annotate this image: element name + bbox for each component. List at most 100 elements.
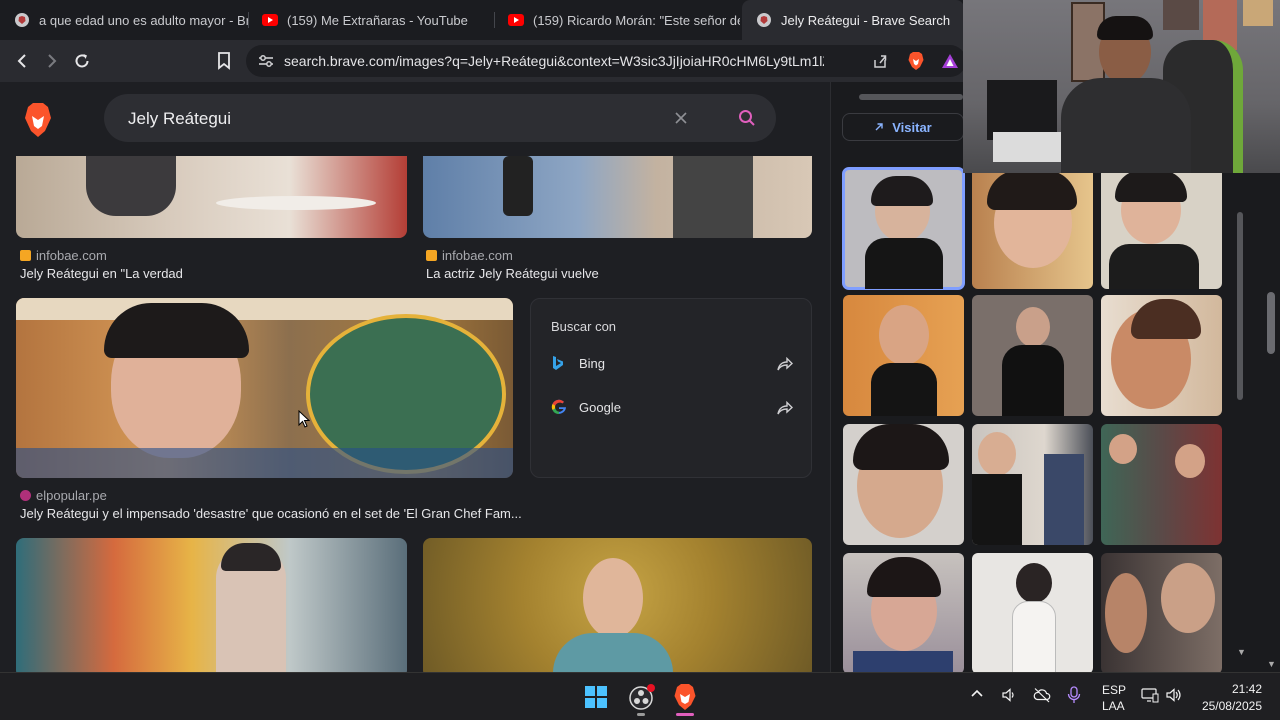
related-image-thumb[interactable] [843,295,964,416]
clothing-shape [1109,244,1199,289]
reload-button[interactable] [70,49,94,73]
related-image-thumb[interactable] [843,553,964,672]
address-bar[interactable]: search.brave.com/images?q=Jely+Reátegui&… [246,45,966,77]
clothing-shape [1012,601,1056,672]
hair-shape [1115,170,1187,202]
brave-logo-icon[interactable] [22,102,54,138]
page-scroll-down-icon[interactable]: ▼ [1267,659,1276,669]
network-icon[interactable] [1141,687,1159,706]
related-image-thumb[interactable] [843,424,964,545]
result-source[interactable]: infobae.com [426,248,513,263]
related-image-thumb[interactable] [972,553,1093,672]
elpopular-favicon-icon [20,490,31,501]
reload-icon [75,54,89,68]
engine-label: Google [579,399,621,415]
table-shape [216,196,376,210]
site-info-icon[interactable] [258,54,274,68]
webcam-overlay [963,0,1280,173]
related-image-thumb[interactable] [1101,295,1222,416]
search-icon[interactable] [738,109,756,127]
brave-shields-button[interactable] [904,49,928,73]
result-image-selected[interactable] [16,298,513,478]
panel-scrollbar[interactable] [1237,212,1243,400]
bing-icon [553,356,563,370]
bookmark-icon [218,52,230,70]
tab-adulto-mayor[interactable]: a que edad uno es adulto mayor - Br [0,0,248,40]
result-caption[interactable]: La actriz Jely Reátegui vuelve [426,266,599,281]
bookmark-button[interactable] [212,49,236,73]
clock-time: 21:42 [1231,682,1262,696]
speaker-icon[interactable] [1001,687,1017,706]
clothing-shape [553,633,673,672]
obs-app-icon[interactable] [628,683,656,716]
related-image-thumb[interactable] [1101,168,1222,289]
volume-icon[interactable] [1165,687,1183,706]
share-icon[interactable] [872,53,888,69]
result-caption[interactable]: Jely Reátegui y el impensado 'desastre' … [20,506,522,521]
cloud-offline-icon[interactable] [1033,687,1051,706]
brave-taskbar-icon[interactable] [672,683,698,716]
brave-rewards-button[interactable] [938,49,962,73]
result-image[interactable] [16,156,407,238]
hair-shape [871,176,933,206]
face-shape [1161,563,1215,633]
language-indicator[interactable]: ESP LAA [1102,683,1127,713]
face-shape [1175,444,1205,478]
clothing-shape [1044,454,1084,545]
result-image[interactable] [423,538,812,672]
mouse-cursor-icon [298,410,310,428]
back-button[interactable] [10,49,34,73]
tab-title: Jely Reátegui - Brave Search [781,12,951,28]
source-domain: elpopular.pe [36,488,107,503]
visit-button[interactable]: Visitar [842,113,964,141]
windows-start-icon[interactable] [584,685,608,714]
hair-shape [104,303,249,358]
search-with-bing[interactable]: Bing [551,355,605,371]
scroll-down-icon[interactable]: ▼ [1237,647,1246,657]
search-input[interactable]: Jely Reátegui [104,94,776,142]
result-source[interactable]: infobae.com [20,248,107,263]
tab-title: (159) Ricardo Morán: "Este señor deb [533,12,740,28]
result-source[interactable]: elpopular.pe [20,488,107,503]
clock[interactable]: 21:42 25/08/2025 [1196,682,1262,713]
panel-handle [859,94,963,100]
tab-jely-reategui[interactable]: Jely Reátegui - Brave Search [742,0,964,40]
face-shape [583,558,643,638]
keyboard-layout: LAA [1102,699,1125,713]
source-domain: infobae.com [36,248,107,263]
face-shape [1016,307,1050,347]
youtube-icon [262,12,278,28]
tray-overflow-icon[interactable] [970,687,984,704]
result-caption[interactable]: Jely Reátegui en "La verdad [20,266,183,281]
related-image-thumb[interactable] [972,424,1093,545]
hair-shape [1016,563,1052,603]
clothing-shape [1002,345,1064,416]
search-with-google[interactable]: Google [551,399,621,415]
related-image-thumb[interactable] [842,167,965,290]
tab-me-extranaras[interactable]: (159) Me Extrañaras - YouTube [248,0,494,40]
share-arrow-icon[interactable] [777,357,793,371]
related-image-thumb[interactable] [1101,424,1222,545]
hair-shape [987,170,1077,210]
clothing-shape [972,474,1022,545]
app-active-indicator [676,713,694,716]
related-image-thumb[interactable] [972,295,1093,416]
forward-button[interactable] [40,49,64,73]
microphone-shape [503,156,533,216]
engine-label: Bing [579,355,606,371]
microphone-icon[interactable] [1067,686,1081,707]
windows-taskbar: ESP LAA 21:42 25/08/2025 [0,672,1280,720]
related-image-thumb[interactable] [1101,553,1222,672]
clear-icon[interactable] [674,111,688,125]
language-code: ESP [1102,683,1127,697]
result-image[interactable] [16,538,407,672]
tab-title: (159) Me Extrañaras - YouTube [287,12,468,28]
share-arrow-icon[interactable] [777,401,793,415]
related-image-thumb[interactable] [972,168,1093,289]
url-text: search.brave.com/images?q=Jely+Reátegui&… [284,53,824,69]
brave-icon [756,12,772,28]
tab-ricardo-moran[interactable]: (159) Ricardo Morán: "Este señor deb [494,0,740,40]
page-scrollbar[interactable] [1267,292,1275,354]
result-image[interactable] [423,156,812,238]
person-figure [86,156,176,216]
